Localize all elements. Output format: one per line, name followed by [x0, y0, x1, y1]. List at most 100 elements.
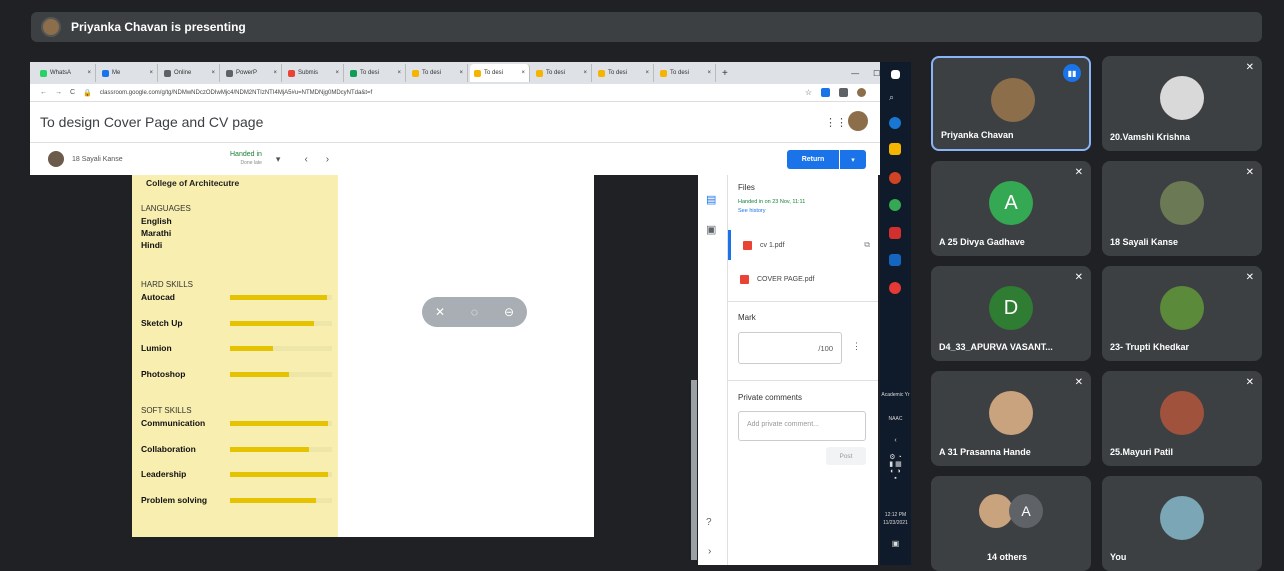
notification-icon[interactable]: ▣: [880, 540, 911, 548]
mic-off-icon: ✕: [1245, 272, 1254, 283]
skill-bar-fill: [230, 371, 290, 377]
file-item[interactable]: COVER PAGE.pdf: [728, 264, 878, 294]
browser-tab[interactable]: To desi ×: [594, 64, 654, 82]
hard-skills-title: HARD SKILLS: [141, 280, 194, 289]
tab-close-icon[interactable]: ×: [87, 70, 91, 76]
participant-name: 23- Trupti Khedkar: [1110, 342, 1190, 352]
participant-tile[interactable]: A 31 Prasanna Hande ✕: [931, 371, 1091, 466]
browser-tab[interactable]: Online ×: [160, 64, 220, 82]
apps-grid-icon[interactable]: ⋮⋮: [825, 116, 847, 129]
mark-input[interactable]: /100: [738, 332, 842, 364]
participant-tile[interactable]: D D4_33_APURVA VASANT... ✕: [931, 266, 1091, 361]
search-icon[interactable]: ⌕: [889, 92, 901, 104]
clock-time[interactable]: 12:12 PM: [880, 512, 911, 519]
naac-label[interactable]: NAAC: [880, 416, 911, 423]
account-avatar[interactable]: [848, 111, 868, 131]
tab-close-icon[interactable]: ×: [645, 70, 649, 76]
tab-close-icon[interactable]: ×: [521, 70, 525, 76]
student-name[interactable]: 18 Sayali Kanse: [72, 156, 222, 163]
post-button[interactable]: Post: [826, 447, 866, 465]
more-vert-icon[interactable]: ⋮: [852, 341, 861, 352]
back-icon[interactable]: ←: [40, 89, 47, 96]
return-dropdown-icon[interactable]: ▾: [840, 150, 866, 169]
presenter-avatar: [41, 17, 61, 37]
outlook-icon[interactable]: [889, 254, 901, 266]
browser-tab[interactable]: To desi ×: [656, 64, 716, 82]
help-icon[interactable]: ?: [706, 517, 712, 528]
browser-tab[interactable]: To desi ×: [346, 64, 406, 82]
prev-student-icon[interactable]: ‹: [304, 154, 307, 165]
student-avatar: [48, 151, 64, 167]
browser-tab[interactable]: WhatsA ×: [36, 64, 96, 82]
chrome-profile-icon[interactable]: [889, 282, 901, 294]
tab-close-icon[interactable]: ×: [211, 70, 215, 76]
skill-bar: [230, 295, 332, 300]
scrollbar[interactable]: [691, 380, 697, 560]
tab-close-icon[interactable]: ×: [583, 70, 587, 76]
mic-off-icon[interactable]: ✕: [435, 305, 445, 319]
tab-close-icon[interactable]: ×: [397, 70, 401, 76]
participant-name: You: [1110, 552, 1127, 562]
private-comment-input[interactable]: Add private comment...: [738, 411, 866, 441]
tab-close-icon[interactable]: ×: [335, 70, 339, 76]
participant-name: 18 Sayali Kanse: [1110, 237, 1179, 247]
tab-close-icon[interactable]: ×: [149, 70, 153, 76]
participant-tile[interactable]: A A 25 Divya Gadhave ✕: [931, 161, 1091, 256]
office-icon[interactable]: [889, 172, 901, 184]
windows-icon[interactable]: [891, 70, 900, 79]
next-student-icon[interactable]: ›: [326, 154, 329, 165]
acrobat-icon[interactable]: [889, 227, 901, 239]
chevron-right-icon[interactable]: ›: [708, 546, 711, 557]
tab-close-icon[interactable]: ×: [707, 70, 711, 76]
chevron-down-icon[interactable]: ▾: [276, 154, 281, 165]
browser-tab[interactable]: Me ×: [98, 64, 158, 82]
tab-close-icon[interactable]: ×: [459, 70, 463, 76]
participant-tile[interactable]: A 14 others: [931, 476, 1091, 571]
participant-tile[interactable]: 18 Sayali Kanse ✕: [1102, 161, 1262, 256]
minus-circle-icon[interactable]: ⊖: [504, 305, 514, 319]
speaker-off-icon[interactable]: ◌: [471, 305, 478, 319]
tray-icons[interactable]: ⚙ ◔ ▮ ▦ ◐ ◑ ▪: [880, 454, 911, 482]
return-button[interactable]: Return: [787, 150, 839, 169]
reload-icon[interactable]: C: [70, 89, 75, 96]
file-item[interactable]: cv 1.pdf ⧉: [728, 230, 878, 260]
rubric-icon[interactable]: ▣: [706, 223, 716, 236]
tab-label: To desi: [484, 70, 504, 76]
profile-icon[interactable]: [857, 88, 866, 97]
edge-icon[interactable]: [889, 117, 901, 129]
soft-skills-title: SOFT SKILLS: [141, 406, 192, 415]
participant-tile[interactable]: Priyanka Chavan ▮▮: [931, 56, 1091, 151]
chrome-icon[interactable]: [889, 199, 901, 211]
participant-tile[interactable]: You: [1102, 476, 1262, 571]
browser-tab[interactable]: To desi ×: [470, 64, 530, 82]
browser-tab[interactable]: To desi ×: [408, 64, 468, 82]
new-tab-button[interactable]: +: [722, 68, 728, 79]
url-text[interactable]: classroom.google.com/g/tg/NDMwNDczODIwMj…: [100, 90, 372, 96]
open-external-icon[interactable]: ⧉: [864, 240, 870, 250]
file-explorer-icon[interactable]: [889, 143, 901, 155]
extension-icon[interactable]: [821, 88, 830, 97]
address-bar[interactable]: ← → C 🔒 classroom.google.com/g/tg/NDMwND…: [30, 84, 880, 102]
chevron-left-icon[interactable]: ‹: [880, 437, 911, 444]
avatar: A: [989, 181, 1033, 225]
files-icon[interactable]: ▤: [706, 193, 716, 206]
tab-label: Submis: [298, 70, 319, 76]
forward-icon[interactable]: →: [55, 89, 62, 96]
participant-tile[interactable]: 25.Mayuri Patil ✕: [1102, 371, 1262, 466]
student-bar: 18 Sayali Kanse Handed in Done late ▾ ‹ …: [30, 142, 880, 175]
browser-tab[interactable]: To desi ×: [532, 64, 592, 82]
browser-tab[interactable]: PowerP ×: [222, 64, 282, 82]
minimize-icon[interactable]: —: [851, 69, 859, 78]
star-icon[interactable]: ☆: [805, 88, 812, 97]
tab-close-icon[interactable]: ×: [273, 70, 277, 76]
clock-date[interactable]: 11/23/2021: [880, 520, 911, 527]
participant-tile[interactable]: 23- Trupti Khedkar ✕: [1102, 266, 1262, 361]
participant-tile[interactable]: 20.Vamshi Krishna ✕: [1102, 56, 1262, 151]
browser-tab[interactable]: Submis ×: [284, 64, 344, 82]
avatar: [1160, 496, 1204, 540]
files-title: Files: [738, 183, 755, 192]
see-history-link[interactable]: See history: [738, 208, 766, 214]
academic-label[interactable]: Academic Yr: [880, 392, 911, 399]
puzzle-icon[interactable]: [839, 88, 848, 97]
tab-favicon-icon: [660, 69, 667, 77]
